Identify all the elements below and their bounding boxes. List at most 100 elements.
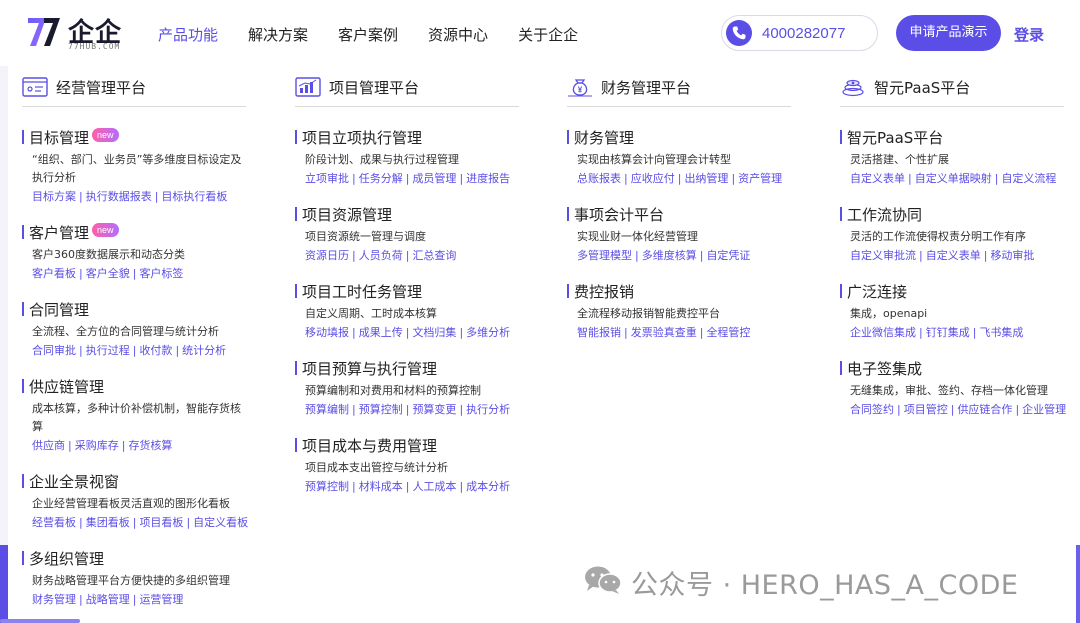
item-link[interactable]: 收付款 [139,344,172,357]
nav-item-products[interactable]: 产品功能 [158,24,218,45]
item-link[interactable]: 执行分析 [466,403,510,416]
item-title[interactable]: 合同管理 [29,299,89,320]
item-title[interactable]: 工作流协同 [847,204,922,225]
item-link[interactable]: 任务分解 [359,172,403,185]
item-link[interactable]: 钉钉集成 [926,326,970,339]
item-link[interactable]: 客户标签 [139,267,183,280]
item-link[interactable]: 合同签约 [850,403,894,416]
item-title[interactable]: 费控报销 [574,281,634,302]
item-link[interactable]: 集团看板 [86,516,130,529]
product-item-project-cost[interactable]: 项目成本与费用管理 项目成本支出管控与统计分析 预算控制 | 材料成本 | 人工成本 | 成… [295,435,510,496]
item-link[interactable]: 人工成本 [412,480,456,493]
item-link[interactable]: 成员管理 [412,172,456,185]
item-link[interactable]: 企业微信集成 [850,326,916,339]
nav-item-resources[interactable]: 资源中心 [428,24,488,45]
item-link[interactable]: 预算变更 [412,403,456,416]
item-link[interactable]: 项目管控 [904,403,948,416]
product-item-connectivity[interactable]: 广泛连接 集成，openapi 企业微信集成 | 钉钉集成 | 飞书集成 [840,281,1023,342]
item-title[interactable]: 供应链管理 [29,376,104,397]
item-link[interactable]: 多维度核算 [642,249,697,262]
item-link[interactable]: 材料成本 [359,480,403,493]
item-link[interactable]: 人员负荷 [359,249,403,262]
logo[interactable]: 企企 77HUB.COM [26,12,136,52]
item-link[interactable]: 移动审批 [990,249,1034,262]
item-link[interactable]: 经营看板 [32,516,76,529]
item-title[interactable]: 电子签集成 [847,358,922,379]
product-item-project-init[interactable]: 项目立项执行管理 阶段计划、成果与执行过程管理 立项审批 | 任务分解 | 成员管理 | 进… [295,127,510,188]
product-item-esign[interactable]: 电子签集成 无缝集成，审批、签约、存档一体化管理 合同签约 | 项目管控 | 供应链合作… [840,358,1066,419]
nav-item-solutions[interactable]: 解决方案 [248,24,308,45]
item-link[interactable]: 自定义表单 [926,249,981,262]
item-title[interactable]: 项目成本与费用管理 [302,435,437,456]
item-link[interactable]: 供应商 [32,439,65,452]
item-link[interactable]: 执行数据报表 [86,190,152,203]
item-title[interactable]: 项目资源管理 [302,204,392,225]
item-link[interactable]: 出纳管理 [684,172,728,185]
item-link[interactable]: 立项审批 [305,172,349,185]
item-title[interactable]: 财务管理 [574,127,634,148]
item-link[interactable]: 移动填报 [305,326,349,339]
item-link[interactable]: 财务管理 [32,593,76,606]
item-link[interactable]: 预算编制 [305,403,349,416]
request-demo-button[interactable]: 申请产品演示 [896,15,1001,51]
item-link[interactable]: 客户全貌 [86,267,130,280]
product-item-contract[interactable]: 合同管理 全流程、全方位的合同管理与统计分析 合同审批 | 执行过程 | 收付款 | 统计分… [22,299,246,360]
item-title[interactable]: 企业全景视窗 [29,471,119,492]
item-title[interactable]: 广泛连接 [847,281,907,302]
item-link[interactable]: 总账报表 [577,172,621,185]
product-item-panorama[interactable]: 企业全景视窗 企业经营管理看板灵活直观的图形化看板 经营看板 | 集团看板 | 项目看板… [22,471,248,532]
login-link[interactable]: 登录 [1014,24,1044,45]
item-link[interactable]: 企业管理 [1022,403,1066,416]
item-link[interactable]: 客户看板 [32,267,76,280]
product-item-supply-chain[interactable]: 供应链管理 成本核算，多种计价补偿机制，智能存货核算 供应商 | 采购库存 | 存货核算 [22,376,246,455]
item-link[interactable]: 战略管理 [86,593,130,606]
item-title[interactable]: 客户管理 [29,222,89,243]
item-title[interactable]: 目标管理 [29,127,89,148]
item-title[interactable]: 项目预算与执行管理 [302,358,437,379]
item-link[interactable]: 自定义看板 [193,516,248,529]
nav-item-about[interactable]: 关于企企 [518,24,578,45]
item-link[interactable]: 存货核算 [128,439,172,452]
product-item-multi-org[interactable]: 多组织管理 财务战略管理平台方便快捷的多组织管理 财务管理 | 战略管理 | 运营管理 [22,548,246,609]
item-link[interactable]: 自定义审批流 [850,249,916,262]
item-link[interactable]: 自定凭证 [706,249,750,262]
item-link[interactable]: 目标执行看板 [161,190,227,203]
item-link[interactable]: 应收应付 [631,172,675,185]
product-item-goal[interactable]: 目标管理 new “组织、部门、业务员”等多维度目标设定及执行分析 目标方案 | 执… [22,127,246,206]
item-link[interactable]: 文档归集 [412,326,456,339]
item-link[interactable]: 自定义单据映射 [915,172,992,185]
product-item-project-resource[interactable]: 项目资源管理 项目资源统一管理与调度 资源日历 | 人员负荷 | 汇总查询 [295,204,456,265]
item-title[interactable]: 多组织管理 [29,548,104,569]
item-title[interactable]: 项目工时任务管理 [302,281,422,302]
item-link[interactable]: 多管理模型 [577,249,632,262]
item-title[interactable]: 项目立项执行管理 [302,127,422,148]
product-item-workflow[interactable]: 工作流协同 灵活的工作流使得权责分明工作有序 自定义审批流 | 自定义表单 | 移动审批 [840,204,1034,265]
product-item-event-accounting[interactable]: 事项会计平台 实现业财一体化经营管理 多管理模型 | 多维度核算 | 自定凭证 [567,204,750,265]
item-link[interactable]: 全程管控 [706,326,750,339]
item-link[interactable]: 资源日历 [305,249,349,262]
item-link[interactable]: 发票验真查重 [631,326,697,339]
item-link[interactable]: 资产管理 [738,172,782,185]
item-title[interactable]: 智元PaaS平台 [847,127,943,148]
product-item-finance[interactable]: 财务管理 实现由核算会计向管理会计转型 总账报表 | 应收应付 | 出纳管理 | 资产管理 [567,127,782,188]
product-item-customer[interactable]: 客户管理 new 客户360度数据展示和动态分类 客户看板 | 客户全貌 | 客户标签 [22,222,246,283]
item-link[interactable]: 智能报销 [577,326,621,339]
item-link[interactable]: 汇总查询 [412,249,456,262]
item-link[interactable]: 项目看板 [139,516,183,529]
item-link[interactable]: 自定义流程 [1001,172,1056,185]
nav-item-cases[interactable]: 客户案例 [338,24,398,45]
product-item-project-budget[interactable]: 项目预算与执行管理 预算编制和对费用和材料的预算控制 预算编制 | 预算控制 | 预算变… [295,358,510,419]
item-link[interactable]: 供应链合作 [957,403,1012,416]
item-link[interactable]: 执行过程 [86,344,130,357]
item-link[interactable]: 进度报告 [466,172,510,185]
item-link[interactable]: 目标方案 [32,190,76,203]
item-link[interactable]: 多维分析 [466,326,510,339]
product-item-paas[interactable]: 智元PaaS平台 灵活搭建、个性扩展 自定义表单 | 自定义单据映射 | 自定义流程 [840,127,1056,188]
item-link[interactable]: 统计分析 [182,344,226,357]
phone-contact[interactable]: 4000282077 [721,15,878,51]
item-link[interactable]: 自定义表单 [850,172,905,185]
item-link[interactable]: 预算控制 [359,403,403,416]
product-item-expense-control[interactable]: 费控报销 全流程移动报销智能费控平台 智能报销 | 发票验真查重 | 全程管控 [567,281,750,342]
item-link[interactable]: 成果上传 [359,326,403,339]
item-link[interactable]: 预算控制 [305,480,349,493]
